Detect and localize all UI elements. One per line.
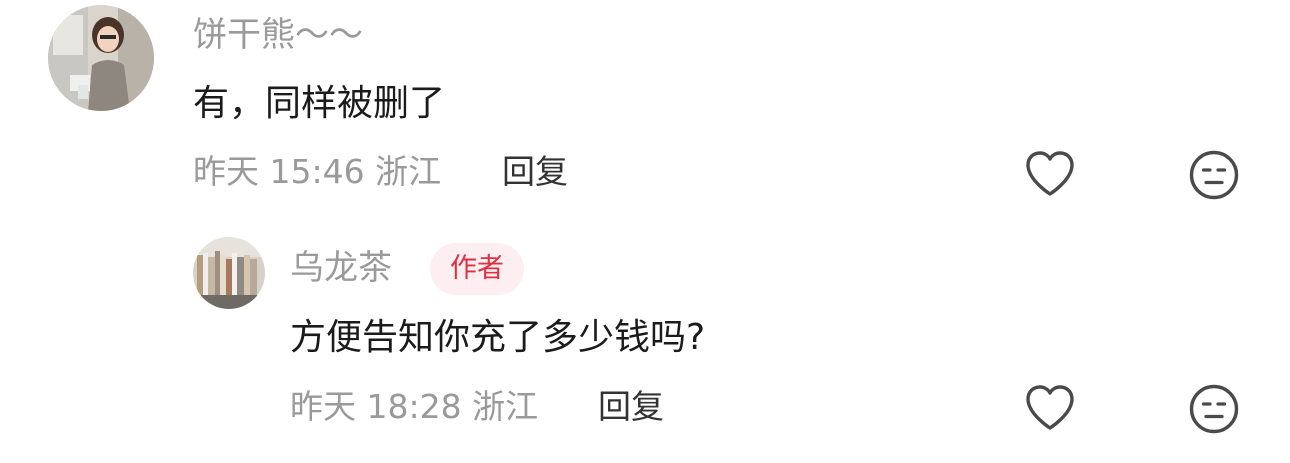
avatar-bookshelf-icon: [193, 237, 265, 309]
heart-icon[interactable]: [1024, 384, 1076, 432]
reply-meta: 昨天 18:28 浙江: [290, 387, 539, 426]
username[interactable]: 乌龙茶: [290, 248, 392, 288]
username[interactable]: 饼干熊～～: [193, 15, 363, 55]
reply-button[interactable]: 回复: [598, 387, 664, 427]
heart-icon[interactable]: [1024, 150, 1076, 198]
reply-text: 方便告知你充了多少钱吗?: [290, 317, 706, 358]
avatar-illustrated-girl-icon: [48, 5, 154, 111]
neutral-face-icon[interactable]: [1189, 150, 1239, 200]
comment-meta: 昨天 15:46 浙江: [193, 152, 442, 191]
comment-text: 有，同样被删了: [193, 83, 446, 124]
avatar[interactable]: [48, 5, 154, 111]
avatar[interactable]: [193, 237, 265, 309]
neutral-face-icon[interactable]: [1189, 384, 1239, 434]
author-badge: 作者: [430, 243, 524, 295]
reply-button[interactable]: 回复: [502, 152, 568, 192]
